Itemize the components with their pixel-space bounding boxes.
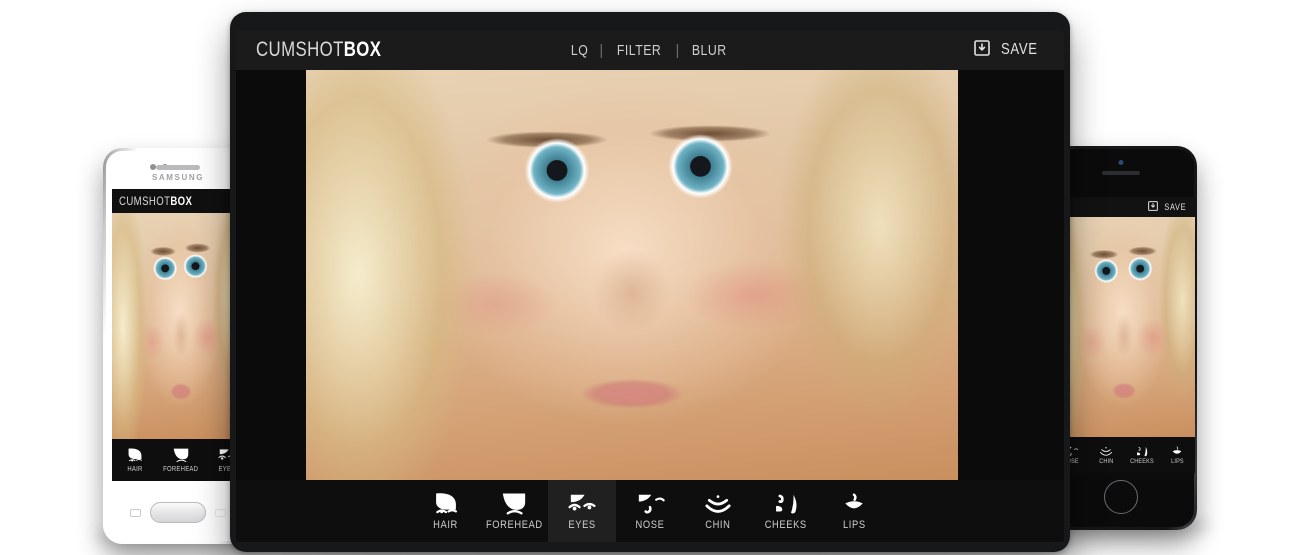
- tool-hair[interactable]: HAIR: [112, 439, 158, 481]
- forehead-icon: [168, 447, 194, 463]
- app-logo: CUMSHOTBOX: [256, 38, 381, 62]
- chin-icon: [1096, 445, 1116, 457]
- chin-icon: [698, 491, 738, 516]
- tool-label: HAIR: [433, 518, 459, 531]
- samsung-back-button[interactable]: [215, 509, 226, 517]
- tool-label: LIPS: [842, 518, 866, 531]
- menu-separator: |: [675, 41, 680, 59]
- samsung-recents-button[interactable]: [130, 509, 141, 517]
- samsung-home-button[interactable]: [150, 502, 206, 523]
- tool-nose[interactable]: NOSE: [616, 480, 684, 542]
- tool-forehead[interactable]: FOREHEAD: [480, 480, 548, 542]
- tool-label: FOREHEAD: [485, 518, 543, 531]
- forehead-icon: [494, 491, 534, 516]
- iphone-earpiece-speaker: [1102, 171, 1140, 175]
- eyes-icon: [562, 491, 602, 516]
- cheeks-icon: [766, 491, 806, 516]
- tool-label: CHIN: [1099, 458, 1114, 466]
- logo-bold-text: BOX: [170, 194, 193, 208]
- hair-icon: [426, 491, 466, 516]
- tool-lips[interactable]: LIPS: [820, 480, 888, 542]
- tool-label: NOSE: [635, 518, 665, 531]
- tool-cheeks[interactable]: CHEEKS: [1124, 437, 1160, 473]
- iphone-app-screen: SAVE NOSE CHIN CHEEKS LIPS: [1053, 197, 1195, 473]
- screenshot-stage: SAMSUNG CUMSHOTBOX HAIR FOREHEAD EYES SA…: [0, 0, 1300, 555]
- lips-icon: [1167, 445, 1187, 457]
- tablet-app-header: CUMSHOTBOX LQ | FILTER | BLUR SAVE: [236, 30, 1064, 70]
- tool-label: EYES: [568, 518, 596, 531]
- lips-icon: [834, 491, 874, 516]
- tool-label: FOREHEAD: [163, 465, 199, 473]
- cheeks-icon: [1132, 445, 1152, 457]
- samsung-brand-label: SAMSUNG: [151, 173, 205, 182]
- iphone-home-button[interactable]: [1104, 480, 1138, 514]
- iphone-front-camera-icon: [1118, 160, 1124, 165]
- iphone-save-button[interactable]: SAVE: [1165, 202, 1187, 212]
- samsung-app-logo: CUMSHOTBOX: [119, 194, 192, 208]
- hair-icon: [122, 447, 148, 463]
- tool-cheeks[interactable]: CHEEKS: [752, 480, 820, 542]
- tool-label: HAIR: [127, 465, 143, 473]
- menu-item-lq[interactable]: LQ: [571, 42, 588, 59]
- tool-label: CHEEKS: [1129, 458, 1154, 466]
- tool-label: CHIN: [705, 518, 731, 531]
- samsung-earpiece-speaker: [156, 165, 200, 170]
- logo-thin-text: CUMSHOT: [119, 194, 171, 208]
- nose-icon: [630, 491, 670, 516]
- tablet-app-screen: CUMSHOTBOX LQ | FILTER | BLUR SAVE HAIR FORE…: [236, 30, 1064, 542]
- tablet-photo-canvas[interactable]: [236, 70, 1064, 480]
- save-download-icon: [974, 39, 991, 61]
- tablet-portrait-photo: [306, 70, 958, 480]
- tool-chin[interactable]: CHIN: [684, 480, 752, 542]
- tool-eyes[interactable]: EYES: [548, 480, 616, 542]
- tool-chin[interactable]: CHIN: [1089, 437, 1125, 473]
- logo-bold-text: BOX: [343, 38, 382, 61]
- tool-label: CHEEKS: [764, 518, 808, 531]
- tool-forehead[interactable]: FOREHEAD: [158, 439, 204, 481]
- tablet-device: CUMSHOTBOX LQ | FILTER | BLUR SAVE HAIR FORE…: [230, 12, 1070, 552]
- samsung-phone-body: SAMSUNG CUMSHOTBOX HAIR FOREHEAD EYES: [106, 151, 250, 541]
- menu-item-filter[interactable]: FILTER: [617, 42, 661, 59]
- iphone-app-header: SAVE: [1053, 197, 1195, 217]
- menu-separator: |: [599, 41, 604, 59]
- iphone-portrait-photo: [1053, 217, 1195, 437]
- tablet-save-label: SAVE: [1001, 41, 1038, 58]
- logo-thin-text: CUMSHOT: [256, 38, 344, 61]
- tablet-save-button[interactable]: SAVE: [974, 39, 1042, 61]
- menu-item-blur[interactable]: BLUR: [692, 42, 727, 59]
- iphone-feature-toolbar: NOSE CHIN CHEEKS LIPS: [1053, 437, 1195, 473]
- tool-label: LIPS: [1170, 458, 1184, 466]
- tool-hair[interactable]: HAIR: [412, 480, 480, 542]
- save-download-icon: [1148, 198, 1159, 216]
- tablet-feature-toolbar: HAIR FOREHEAD EYES NOSE CHIN CHEEKS LIPS: [236, 480, 1064, 542]
- tool-lips[interactable]: LIPS: [1160, 437, 1196, 473]
